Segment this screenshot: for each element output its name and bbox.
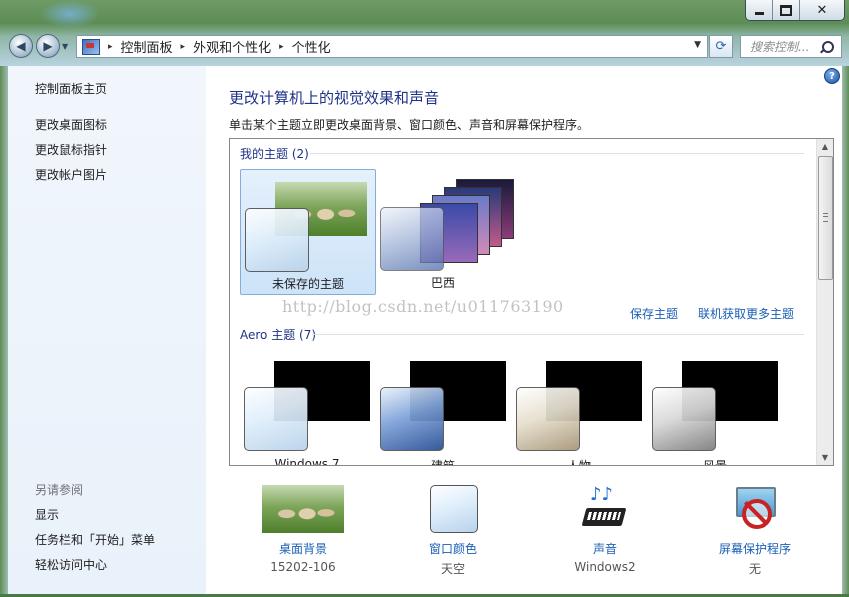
grip-icon: [823, 213, 828, 222]
aero-themes-header: Aero 主题 (7): [240, 328, 317, 342]
theme-unsaved[interactable]: 未保存的主题: [240, 169, 376, 295]
theme-label: 建筑: [430, 459, 455, 466]
sounds-link[interactable]: 声音: [540, 540, 670, 557]
maximize-button[interactable]: [772, 0, 799, 20]
theme-list-scrollbar[interactable]: ▲ ▼: [816, 139, 833, 465]
link-change-mouse-pointers[interactable]: 更改鼠标指针: [35, 141, 107, 158]
window-color-value: 天空: [440, 562, 465, 576]
scrollbar-thumb[interactable]: [818, 156, 833, 280]
desktop-background-value: 15202-106: [270, 560, 336, 574]
page-title: 更改计算机上的视觉效果和声音: [229, 89, 440, 107]
address-bar[interactable]: ▸ 控制面板 ▸ 外观和个性化 ▸ 个性化 ▼: [76, 35, 708, 58]
search-box[interactable]: 搜索控制...: [740, 35, 842, 58]
sounds-value: Windows2: [574, 560, 636, 574]
refresh-icon: ⟳: [715, 39, 727, 54]
breadcrumb-appearance[interactable]: 外观和个性化: [193, 37, 271, 56]
theme-label: 风景: [702, 459, 727, 466]
theme-label: Windows 7: [274, 457, 340, 466]
back-arrow-icon: ◀: [16, 39, 26, 53]
window-color-swatch: [245, 208, 309, 272]
refresh-button[interactable]: ⟳: [709, 35, 733, 58]
scroll-up-arrow-icon[interactable]: ▲: [817, 139, 833, 154]
group-divider: [312, 334, 804, 335]
screensaver-icon[interactable]: [732, 485, 778, 531]
help-button[interactable]: ?: [824, 68, 840, 84]
window-color-swatch: [652, 387, 716, 451]
minimize-icon: [754, 11, 764, 15]
main-content: ? 更改计算机上的视觉效果和声音 单击某个主题立即更改桌面背景、窗口颜色、声音和…: [206, 66, 842, 594]
close-button[interactable]: ✕: [799, 0, 844, 20]
window-color-swatch: [516, 387, 580, 451]
breadcrumb-personalization[interactable]: 个性化: [292, 37, 331, 56]
theme-characters[interactable]: 人物: [512, 349, 646, 466]
theme-label: 巴西: [430, 276, 455, 290]
theme-windows7[interactable]: Windows 7: [240, 349, 374, 466]
window-frame-left: [0, 66, 8, 597]
link-change-desktop-icons[interactable]: 更改桌面图标: [35, 116, 107, 133]
task-pane: 控制面板主页 更改桌面图标 更改鼠标指针 更改帐户图片 另请参阅 显示 任务栏和…: [8, 66, 206, 594]
sounds-icon[interactable]: ♪♪: [581, 484, 628, 532]
window-color-swatch: [244, 387, 308, 451]
theme-landscapes[interactable]: 风景: [648, 349, 782, 466]
desktop-background-icon[interactable]: [262, 485, 344, 533]
see-also-heading: 另请参阅: [35, 483, 84, 497]
window-controls: ✕: [745, 0, 845, 21]
close-icon: ✕: [816, 2, 828, 18]
breadcrumb-separator[interactable]: ▸: [108, 42, 113, 52]
control-panel-icon: [82, 38, 100, 55]
maximize-icon: [780, 4, 792, 16]
back-button[interactable]: ◀: [9, 34, 33, 58]
window-color-link[interactable]: 窗口颜色: [388, 540, 518, 557]
theme-label: 未保存的主题: [271, 277, 344, 291]
link-display[interactable]: 显示: [35, 506, 59, 523]
window-color-icon[interactable]: [430, 485, 478, 533]
minimize-button[interactable]: [746, 0, 772, 20]
window-color-swatch: [380, 207, 444, 271]
my-themes-header: 我的主题 (2): [240, 147, 309, 161]
page-subtitle: 单击某个主题立即更改桌面背景、窗口颜色、声音和屏幕保护程序。: [229, 118, 590, 132]
window-color-swatch: [380, 387, 444, 451]
get-more-themes-link[interactable]: 联机获取更多主题: [698, 305, 794, 322]
link-taskbar-start-menu[interactable]: 任务栏和「开始」菜单: [35, 531, 155, 548]
forward-arrow-icon: ▶: [43, 39, 53, 53]
help-icon: ?: [829, 70, 835, 82]
save-theme-link[interactable]: 保存主题: [630, 305, 678, 322]
link-ease-of-access[interactable]: 轻松访问中心: [35, 556, 107, 573]
breadcrumb-control-panel[interactable]: 控制面板: [121, 37, 173, 56]
desktop-background-link[interactable]: 桌面背景: [238, 540, 368, 557]
forward-button[interactable]: ▶: [36, 34, 60, 58]
search-icon[interactable]: [822, 40, 834, 53]
breadcrumb-separator[interactable]: ▸: [181, 42, 186, 52]
screensaver-value: 无: [748, 562, 761, 576]
group-divider: [310, 153, 804, 154]
recent-pages-dropdown[interactable]: ▼: [62, 42, 68, 51]
theme-label: 人物: [566, 459, 591, 466]
watermark-text: http://blog.csdn.net/u011763190: [282, 297, 564, 316]
link-control-panel-home[interactable]: 控制面板主页: [35, 80, 107, 97]
address-dropdown-icon[interactable]: ▼: [694, 40, 701, 50]
screensaver-link[interactable]: 屏幕保护程序: [690, 540, 820, 557]
theme-brazil[interactable]: 巴西: [376, 169, 514, 293]
breadcrumb-separator[interactable]: ▸: [279, 42, 284, 52]
window-frame-right: [842, 66, 849, 597]
link-change-account-picture[interactable]: 更改帐户图片: [35, 166, 107, 183]
theme-list: 我的主题 (2) 未保存的主题 巴西 http://blog.csdn.net/…: [229, 138, 834, 466]
theme-architecture[interactable]: 建筑: [376, 349, 510, 466]
search-input[interactable]: 搜索控制...: [741, 38, 822, 55]
scroll-down-arrow-icon[interactable]: ▼: [817, 450, 833, 465]
